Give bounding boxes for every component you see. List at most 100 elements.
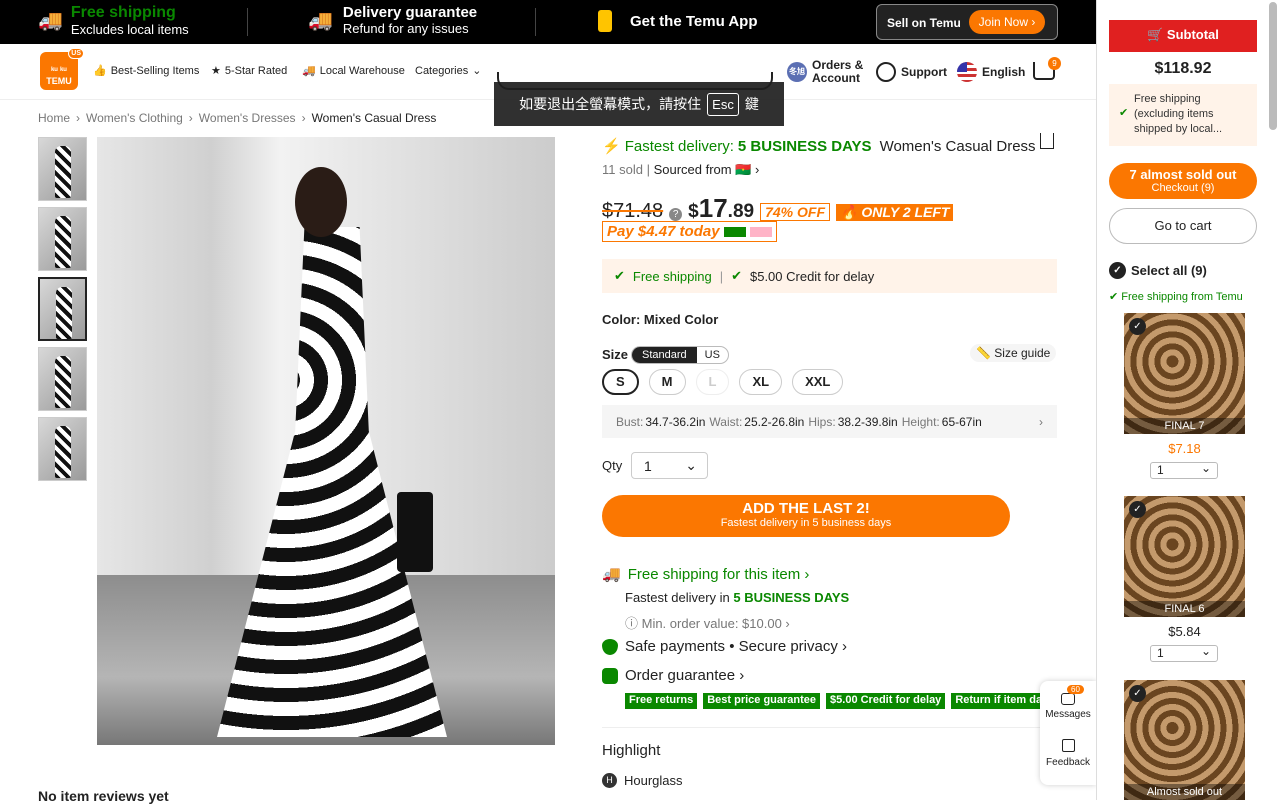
pay-today-text: Pay $4.47 today — [607, 223, 720, 240]
add-to-cart-button[interactable]: ADD THE LAST 2! Fastest delivery in 5 bu… — [602, 495, 1010, 537]
guarantee-tag: Best price guarantee — [703, 693, 821, 709]
thumbnail[interactable] — [38, 137, 87, 201]
nav-five-star[interactable]: ★ 5-Star Rated — [211, 64, 287, 78]
thumbnail-selected[interactable] — [38, 277, 87, 341]
thumbnail[interactable] — [38, 347, 87, 411]
nav-label: Best-Selling Items — [110, 64, 200, 77]
sell-on-temu[interactable]: Sell on Temu Join Now › — [876, 4, 1058, 40]
check-icon[interactable]: ✓ — [1129, 318, 1146, 335]
sidebar-scrollbar[interactable] — [1269, 2, 1277, 130]
join-now-button[interactable]: Join Now › — [969, 10, 1045, 34]
order-guarantee-link[interactable]: Order guarantee › — [602, 667, 744, 684]
region-badge: US — [68, 48, 84, 59]
bust-label: Bust: — [616, 414, 644, 429]
min-order-link[interactable]: ⓘ Min. order value: $10.00 › — [625, 613, 790, 632]
image-dress — [217, 227, 447, 737]
messages-label: Messages — [1045, 709, 1091, 720]
thumbnail[interactable] — [38, 417, 87, 481]
fast-days: 5 BUSINESS DAYS — [737, 137, 872, 155]
share-icon[interactable] — [1040, 133, 1054, 149]
size-m[interactable]: M — [648, 369, 686, 395]
check-icon[interactable]: ✓ — [1129, 685, 1146, 702]
temu-logo[interactable]: ᵏᵘ ᵏᵘ TEMU US — [40, 48, 84, 90]
sold-count: 11 sold — [602, 162, 643, 177]
chat-icon — [1061, 693, 1075, 705]
guarantee-tags: Free returns Best price guarantee $5.00 … — [625, 693, 1040, 709]
language-selector[interactable]: English — [957, 62, 1025, 82]
qty-label: Qty — [602, 458, 623, 473]
quantity-select[interactable]: 1 ⌄ — [631, 452, 708, 479]
size-xxl[interactable]: XXL — [792, 369, 844, 395]
item-qty-select[interactable]: 1 ⌄ — [1150, 461, 1218, 479]
select-all-checkbox[interactable]: ✓ Select all (9) — [1109, 262, 1207, 279]
size-xl[interactable]: XL — [739, 369, 783, 395]
item-price: $7.18 — [1168, 441, 1201, 456]
thumbnail[interactable] — [38, 207, 87, 271]
color-label: Color: — [602, 312, 641, 327]
size-standard-toggle[interactable]: Standard US — [631, 346, 729, 364]
product-main-image[interactable] — [97, 137, 555, 745]
size-label: Size — [602, 347, 629, 362]
waist-label: Waist: — [709, 414, 743, 429]
cart-item-image[interactable]: ✓ FINAL 6 — [1124, 496, 1245, 617]
crumb-home[interactable]: Home — [38, 111, 70, 125]
us-option[interactable]: US — [697, 347, 728, 363]
crumb-womens-clothing[interactable]: Women's Clothing — [86, 111, 183, 125]
floating-actions: Messages 60 Feedback — [1040, 681, 1096, 785]
phone-icon — [598, 10, 612, 32]
thumbs-up-icon: 👍 — [93, 65, 107, 77]
subtotal-amount: $118.92 — [1154, 60, 1212, 77]
color-value: Mixed Color — [643, 312, 719, 327]
crumb-womens-dresses[interactable]: Women's Dresses — [199, 111, 296, 125]
credit-delay-text: $5.00 Credit for delay — [749, 268, 875, 284]
free-ship-temu-label: Free shipping from Temu — [1121, 291, 1243, 303]
nav-local-warehouse[interactable]: 🚚 Local Warehouse — [302, 64, 405, 78]
size-guide-link[interactable]: 📏 Size guide — [970, 344, 1057, 362]
hourglass-icon: H — [602, 773, 617, 788]
thumbnail-list — [38, 137, 87, 487]
pay-later-badge[interactable]: Pay $4.47 today — [602, 221, 777, 242]
check-icon: ✔ — [614, 268, 625, 283]
question-icon[interactable]: ? — [669, 208, 683, 221]
delivery-sub: Refund for any issues — [342, 21, 469, 36]
nav-best-selling[interactable]: 👍 Best-Selling Items — [93, 64, 200, 78]
orders-account[interactable]: 冬旭 Orders & Account — [787, 59, 863, 85]
sourced-from[interactable]: Sourced from — [654, 162, 732, 177]
app-promo[interactable]: Get the Temu App — [598, 10, 758, 32]
guarantee-icon — [602, 667, 618, 684]
messages-button[interactable]: Messages — [1040, 689, 1096, 720]
shield-icon — [602, 638, 618, 655]
cart-sidebar: 🛒 Subtotal $118.92 Free shipping (exclud… — [1096, 0, 1280, 800]
cart-item-image[interactable]: ✓ FINAL 7 — [1124, 313, 1245, 434]
item-qty-select[interactable]: 1 ⌄ — [1150, 644, 1218, 662]
breadcrumb: Home › Women's Clothing › Women's Dresses ›… — [38, 111, 436, 125]
crumb-current: Women's Casual Dress — [311, 111, 437, 125]
item-price: $5.84 — [1168, 624, 1201, 639]
free-shipping-promo[interactable]: 🚚 Free shipping Excludes local items — [38, 4, 189, 37]
free-shipping-item-link[interactable]: 🚚 Free shipping for this item › — [602, 565, 809, 584]
fastest-delivery-line: ⚡ Fastest delivery: 5 BUSINESS DAYS Wome… — [602, 137, 1036, 156]
crumb-separator: › — [188, 111, 193, 125]
check-icon[interactable]: ✓ — [1129, 501, 1146, 518]
standard-option[interactable]: Standard — [632, 347, 697, 363]
truck-icon: 🚚 — [302, 65, 316, 77]
esc-key: Esc — [707, 92, 739, 116]
checkout-button[interactable]: 7 almost sold out Checkout (9) — [1109, 163, 1257, 199]
support-icon — [876, 62, 896, 82]
safe-payments-link[interactable]: Safe payments • Secure privacy › — [602, 638, 847, 655]
support-link[interactable]: Support — [876, 62, 947, 82]
measurements-row[interactable]: Bust: 34.7-36.2in Waist: 25.2-26.8in Hips:… — [602, 405, 1057, 438]
go-to-cart-button[interactable]: Go to cart — [1109, 208, 1257, 244]
edit-icon — [1061, 739, 1075, 752]
app-label: Get the Temu App — [630, 12, 758, 30]
sold-info: 11 sold | Sourced from 🇧🇫 › — [602, 162, 760, 177]
nav-categories[interactable]: Categories ⌄ — [415, 64, 481, 78]
order-guarantee-label: Order guarantee › — [625, 667, 745, 684]
highlight-item: H Hourglass — [602, 773, 683, 788]
afterpay-logo — [723, 226, 746, 237]
delivery-guarantee-promo[interactable]: 🚚 Delivery guarantee Refund for any issu… — [308, 4, 477, 36]
feedback-button[interactable]: Feedback — [1040, 739, 1096, 768]
size-s[interactable]: S — [602, 369, 639, 395]
sourced-flag[interactable]: 🇧🇫 › — [735, 162, 759, 177]
cart-item-image[interactable]: ✓ Almost sold out — [1124, 680, 1245, 800]
